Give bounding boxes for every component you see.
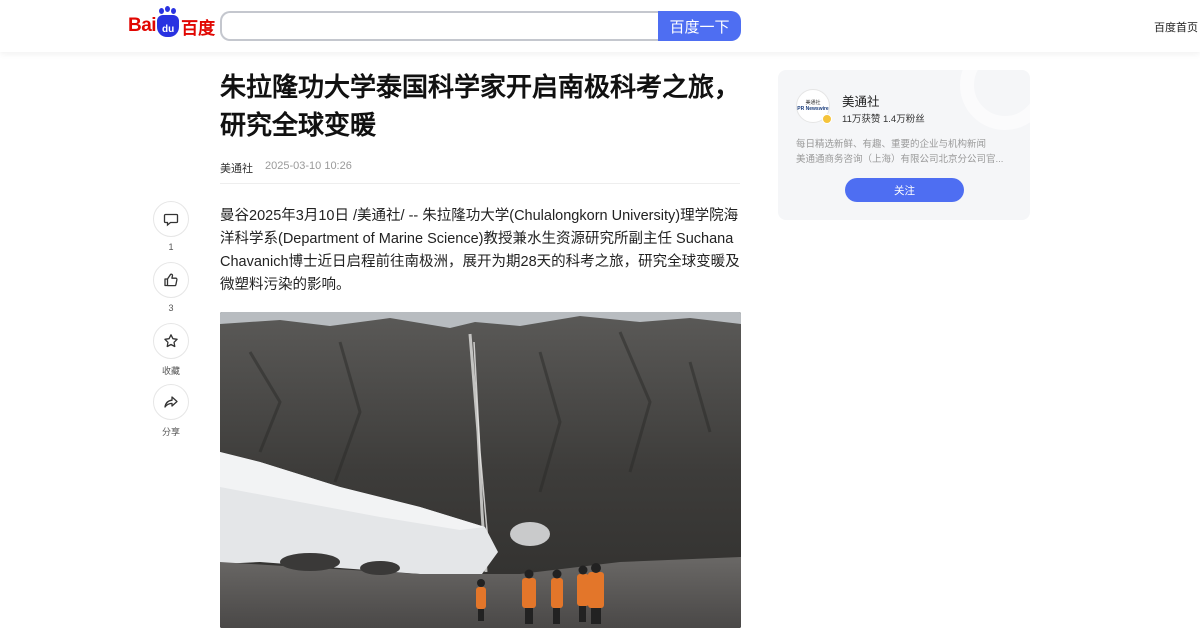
baidu-home-link[interactable]: 百度首页 (1154, 19, 1198, 35)
like-action[interactable]: 3 (152, 262, 190, 313)
author-avatar[interactable]: 美通社 PR Newswire (796, 89, 832, 124)
like-button[interactable] (153, 262, 189, 298)
author-name[interactable]: 美通社 (842, 91, 880, 110)
baidu-logo[interactable]: Bai du 百度 (128, 8, 216, 39)
article-meta: 美通社 2025-03-10 10:26 (220, 160, 352, 176)
avatar-text-en: PR Newswire (797, 106, 829, 112)
thumbs-up-icon (164, 273, 178, 287)
search-box (220, 11, 660, 41)
logo-cn-text: 百度 (181, 18, 216, 38)
top-header: Bai du 百度 百度一下 百度首页 (0, 0, 1200, 52)
logo-latin-text: Bai (128, 15, 157, 36)
title-divider (220, 183, 740, 184)
comment-button[interactable] (153, 201, 189, 237)
comment-action[interactable]: 1 (152, 201, 190, 252)
antarctic-cliff-photo (220, 312, 741, 628)
follow-button[interactable]: 关注 (845, 178, 964, 202)
author-stats: 11万获赞 1.4万粉丝 (842, 114, 925, 125)
article-source[interactable]: 美通社 (220, 160, 253, 176)
article-photo (220, 312, 741, 628)
share-action[interactable]: 分享 (152, 384, 190, 438)
article-title: 朱拉隆功大学泰国科学家开启南极科考之旅，研究全球变暖 (220, 72, 741, 140)
share-icon (164, 396, 178, 408)
card-decoration (960, 70, 1030, 130)
favorite-button[interactable] (153, 323, 189, 359)
author-desc-line-1: 每日精选新鲜、有趣、重要的企业与机构新闻 (796, 139, 987, 150)
logo-paw-text: du (161, 24, 175, 35)
author-description: 每日精选新鲜、有趣、重要的企业与机构新闻 美通通商务咨询（上海）有限公司北京分公… (796, 137, 1016, 167)
article-paragraph: 曼谷2025年3月10日 /美通社/ -- 朱拉隆功大学(Chulalongko… (220, 208, 740, 293)
like-count: 3 (168, 303, 174, 313)
paw-icon: du (157, 8, 180, 37)
search-input[interactable] (222, 13, 660, 39)
star-icon (164, 334, 178, 348)
favorite-action[interactable]: 收藏 (152, 323, 190, 377)
author-card: 美通社 PR Newswire 美通社 11万获赞 1.4万粉丝 每日精选新鲜、… (778, 70, 1030, 220)
article-date: 2025-03-10 10:26 (265, 160, 352, 172)
author-desc-line-2: 美通通商务咨询（上海）有限公司北京分公司官... (796, 154, 1004, 165)
search-button[interactable]: 百度一下 (658, 11, 741, 41)
verified-badge-icon (822, 114, 832, 124)
favorite-label: 收藏 (161, 366, 180, 376)
share-button[interactable] (153, 384, 189, 420)
comment-count: 1 (168, 242, 174, 252)
comment-icon (163, 213, 179, 227)
share-label: 分享 (161, 427, 180, 437)
